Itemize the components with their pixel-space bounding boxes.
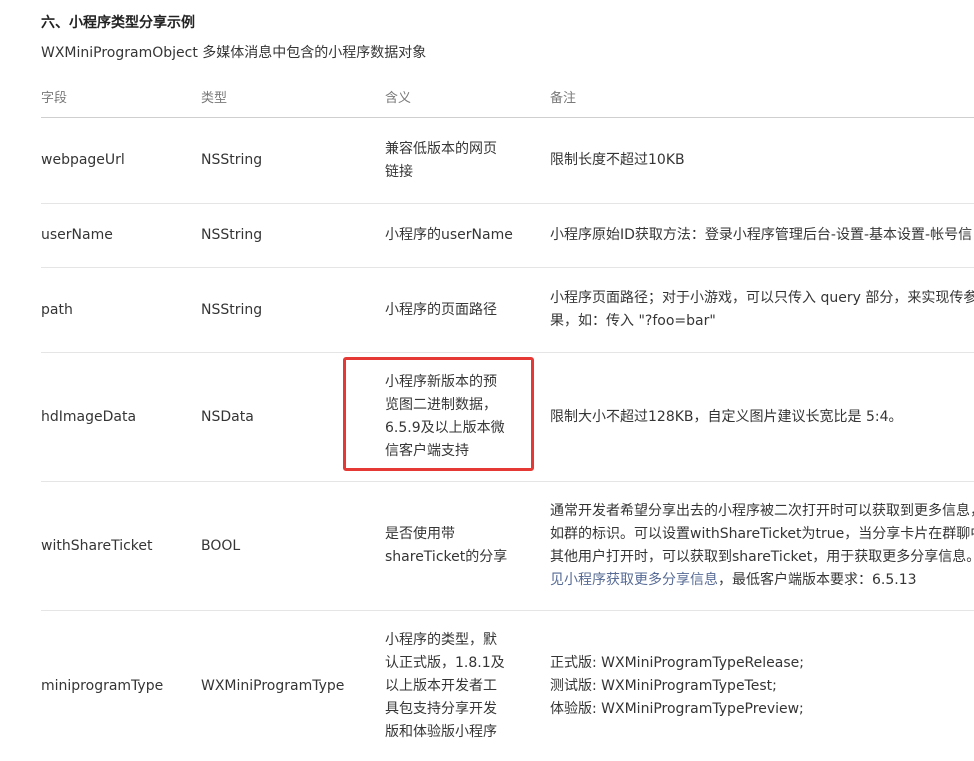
section-title: 六、小程序类型分享示例 [41,15,195,31]
type-cell: WXMiniProgramType [201,677,345,694]
share-info-link[interactable]: 见小程序获取更多分享信息 [550,572,718,588]
header-type: 类型 [201,90,228,106]
field-cell: withShareTicket [41,537,153,554]
field-cell: webpageUrl [41,152,125,168]
table-row: userName NSString 小程序的userName 小程序原始ID获取… [41,204,974,268]
highlight-box [343,357,534,471]
note-tail: ，最低客户端版本要求：6.5.13 [718,572,917,588]
table-row: miniprogramType WXMiniProgramType 小程序的类型… [41,611,974,761]
meaning-cell: 小程序的userName [385,227,513,243]
note-cell: 通常开发者希望分享出去的小程序被二次打开时可以获取到更多信息， 如群的标识。可以… [550,503,974,588]
note-cell: 小程序原始ID获取方法：登录小程序管理后台-设置-基本设置-帐号信 [550,227,973,243]
table-header: 字段 类型 含义 备注 [41,79,974,118]
table-row: path NSString 小程序的页面路径 小程序页面路径；对于小游戏，可以只… [41,268,974,353]
field-cell: path [41,301,73,318]
type-cell: NSString [201,152,263,168]
type-cell: BOOL [201,537,241,554]
note-cell: 正式版: WXMiniProgramTypeRelease; 测试版: WXMin… [550,654,804,717]
table-row: webpageUrl NSString 兼容低版本的网页 链接 限制长度不超过10… [41,118,974,204]
note-cell: 小程序页面路径；对于小游戏，可以只传入 query 部分，来实现传参 果，如：传入… [550,290,974,329]
header-field: 字段 [41,90,68,106]
meaning-cell: 小程序的类型，默 认正式版，1.8.1及 以上版本开发者工 具包支持分享开发 版和体验版… [385,631,505,740]
meaning-cell: 兼容低版本的网页 链接 [385,140,497,180]
note-cell: 限制长度不超过10KB [550,152,685,168]
note-cell: 限制大小不超过128KB，自定义图片建议长宽比是 5:4。 [550,408,903,425]
field-cell: hdImageData [41,408,137,425]
meaning-cell: 是否使用带 shareTicket的分享 [385,526,508,565]
header-note: 备注 [550,90,577,106]
meaning-cell: 小程序的页面路径 [385,301,497,318]
type-cell: NSString [201,301,263,318]
header-meaning: 含义 [385,90,412,106]
table-row: withShareTicket BOOL 是否使用带 shareTicket的分享… [41,482,974,611]
field-cell: userName [41,227,113,243]
subtitle: WXMiniProgramObject 多媒体消息中包含的小程序数据对象 [41,45,427,61]
type-cell: NSString [201,227,263,243]
field-cell: miniprogramType [41,677,164,694]
